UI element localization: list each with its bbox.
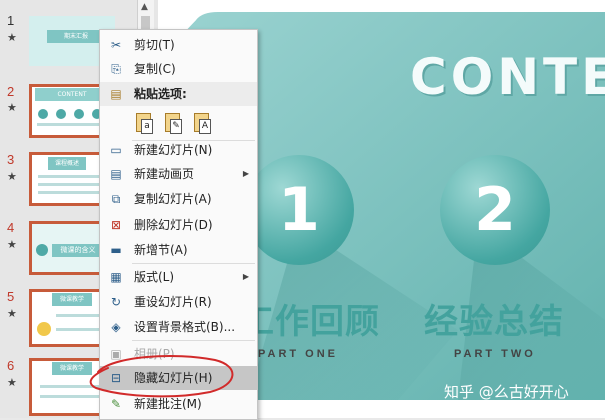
photo-album-icon: ▣	[110, 347, 122, 361]
paste-text-only-icon[interactable]: A	[191, 112, 213, 136]
submenu-arrow-icon: ▶	[242, 169, 249, 178]
menu-item-layout[interactable]: ▦ 版式(L) ▶	[100, 265, 257, 289]
transition-star-icon: ★	[7, 101, 17, 114]
menu-item-label: 版式(L)	[134, 270, 175, 284]
menu-item-new-comment[interactable]: ✎ 新建批注(M)	[100, 392, 257, 416]
paste-options-row: a ✎ A	[100, 110, 257, 138]
menu-item-label: 复制(C)	[134, 62, 176, 76]
slide-number: 3	[7, 152, 15, 167]
transition-star-icon: ★	[7, 376, 17, 389]
menu-item-label: 重设幻灯片(R)	[134, 295, 212, 309]
menu-item-copy[interactable]: ⎘ 复制(C)	[100, 57, 257, 81]
menu-item-format-background[interactable]: ◈ 设置背景格式(B)...	[100, 315, 257, 339]
thumbnail-caption: 期末汇报	[47, 30, 105, 43]
menu-item-photo-album: ▣ 相册(P)	[100, 342, 257, 366]
menu-item-hide-slide[interactable]: ⊟ 隐藏幻灯片(H)	[100, 366, 257, 390]
menu-separator	[132, 340, 255, 341]
slide-number: 6	[7, 358, 15, 373]
menu-item-label: 新建批注(M)	[134, 397, 202, 411]
new-animation-page-icon: ▤	[110, 167, 122, 181]
paste-picture-icon[interactable]: ✎	[162, 112, 184, 136]
menu-item-label: 设置背景格式(B)...	[134, 320, 236, 334]
submenu-arrow-icon: ▶	[242, 272, 249, 281]
hide-slide-icon: ⊟	[110, 371, 122, 385]
reset-slide-icon: ↻	[110, 295, 122, 309]
slide-number: 2	[7, 84, 15, 99]
transition-star-icon: ★	[7, 31, 17, 44]
slide-title: CONTENT	[410, 48, 605, 106]
slide-number: 1	[7, 13, 15, 28]
context-menu: ✂ 剪切(T) ⎘ 复制(C) ▤ 粘贴选项: a ✎ A ▭ 新建幻灯片(N)…	[99, 29, 258, 420]
new-comment-icon: ✎	[110, 397, 122, 411]
menu-item-label: 复制幻灯片(A)	[134, 192, 212, 206]
menu-item-duplicate-slide[interactable]: ⧉ 复制幻灯片(A)	[100, 187, 257, 211]
watermark-text: 知乎 @么古好开心	[444, 383, 569, 401]
section-2-number: 2	[474, 175, 516, 245]
menu-item-label: 新建幻灯片(N)	[134, 143, 213, 157]
layout-icon: ▦	[110, 270, 122, 284]
menu-item-label: 隐藏幻灯片(H)	[134, 371, 213, 385]
thumbnail-caption: 课程概述	[48, 157, 86, 170]
menu-item-label: 剪切(T)	[134, 38, 175, 52]
thumbnail-caption: 微课教学	[52, 293, 92, 306]
menu-item-label: 新增节(A)	[134, 243, 188, 257]
delete-slide-icon: ⊠	[110, 218, 122, 232]
menu-item-label: 新建动画页	[134, 167, 195, 181]
thumbnail-caption: 微课教学	[52, 362, 92, 375]
paste-keep-source-icon[interactable]: a	[133, 112, 155, 136]
section-2-title: 经验总结	[424, 302, 564, 342]
menu-item-label: 粘贴选项:	[134, 87, 187, 101]
menu-item-reset-slide[interactable]: ↻ 重设幻灯片(R)	[100, 290, 257, 314]
thumbnail-caption: CONTENT	[35, 88, 109, 101]
slide-number: 5	[7, 289, 15, 304]
format-background-icon: ◈	[111, 320, 121, 334]
slide-number: 4	[7, 220, 15, 235]
menu-paste-options-header: ▤ 粘贴选项:	[100, 82, 257, 106]
section-1-number: 1	[278, 175, 320, 245]
transition-star-icon: ★	[7, 170, 17, 183]
duplicate-slide-icon: ⧉	[111, 192, 121, 206]
section-1-title: 工作回顾	[240, 302, 380, 342]
scissors-icon: ✂	[110, 38, 122, 52]
menu-item-label: 删除幻灯片(D)	[134, 218, 213, 232]
menu-item-new-section[interactable]: ▬ 新增节(A)	[100, 238, 257, 262]
transition-star-icon: ★	[7, 238, 17, 251]
section-2-subtitle: PART TWO	[454, 348, 536, 360]
menu-item-cut[interactable]: ✂ 剪切(T)	[100, 33, 257, 57]
menu-item-new-slide[interactable]: ▭ 新建幻灯片(N)	[100, 138, 257, 162]
transition-star-icon: ★	[7, 307, 17, 320]
scroll-up-icon[interactable]: ▲	[141, 2, 148, 12]
new-section-icon: ▬	[110, 243, 122, 257]
new-slide-icon: ▭	[110, 143, 122, 157]
menu-item-delete-slide[interactable]: ⊠ 删除幻灯片(D)	[100, 213, 257, 237]
copy-icon: ⎘	[111, 62, 121, 76]
section-1-subtitle: PART ONE	[258, 348, 339, 360]
menu-separator	[132, 263, 255, 264]
menu-item-label: 相册(P)	[134, 347, 175, 361]
thumbnail-caption: 微课的含义	[52, 244, 104, 257]
menu-item-new-animation-page[interactable]: ▤ 新建动画页 ▶	[100, 162, 257, 186]
paste-icon: ▤	[110, 87, 122, 101]
